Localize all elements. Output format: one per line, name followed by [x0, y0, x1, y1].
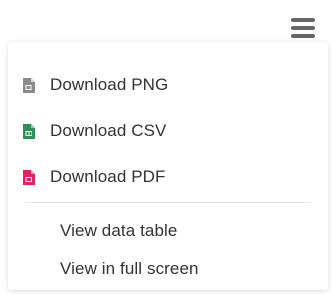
download-pdf-item[interactable]: Download PDF — [22, 162, 314, 192]
download-png-item[interactable]: Download PNG — [22, 70, 314, 100]
download-csv-label: Download CSV — [50, 121, 167, 140]
pdf-file-icon — [22, 169, 36, 186]
view-data-table-item[interactable]: View data table — [60, 216, 314, 246]
menu-separator — [26, 202, 310, 203]
png-file-icon — [22, 77, 36, 94]
download-csv-item[interactable]: Download CSV — [22, 116, 314, 146]
hamburger-line — [291, 18, 315, 22]
view-data-table-label: View data table — [60, 221, 178, 240]
csv-file-icon — [22, 123, 36, 140]
view-in-full-screen-label: View in full screen — [60, 259, 199, 278]
download-png-label: Download PNG — [50, 75, 169, 94]
download-pdf-label: Download PDF — [50, 167, 166, 186]
hamburger-line — [291, 34, 315, 38]
export-menu: Download PNG Download CSV Download PDF V… — [8, 42, 328, 290]
view-in-full-screen-item[interactable]: View in full screen — [60, 254, 314, 284]
menu-trigger-button[interactable] — [285, 10, 321, 46]
hamburger-line — [291, 26, 315, 30]
hamburger-icon — [291, 18, 315, 38]
stage: Download PNG Download CSV Download PDF V… — [0, 0, 333, 295]
